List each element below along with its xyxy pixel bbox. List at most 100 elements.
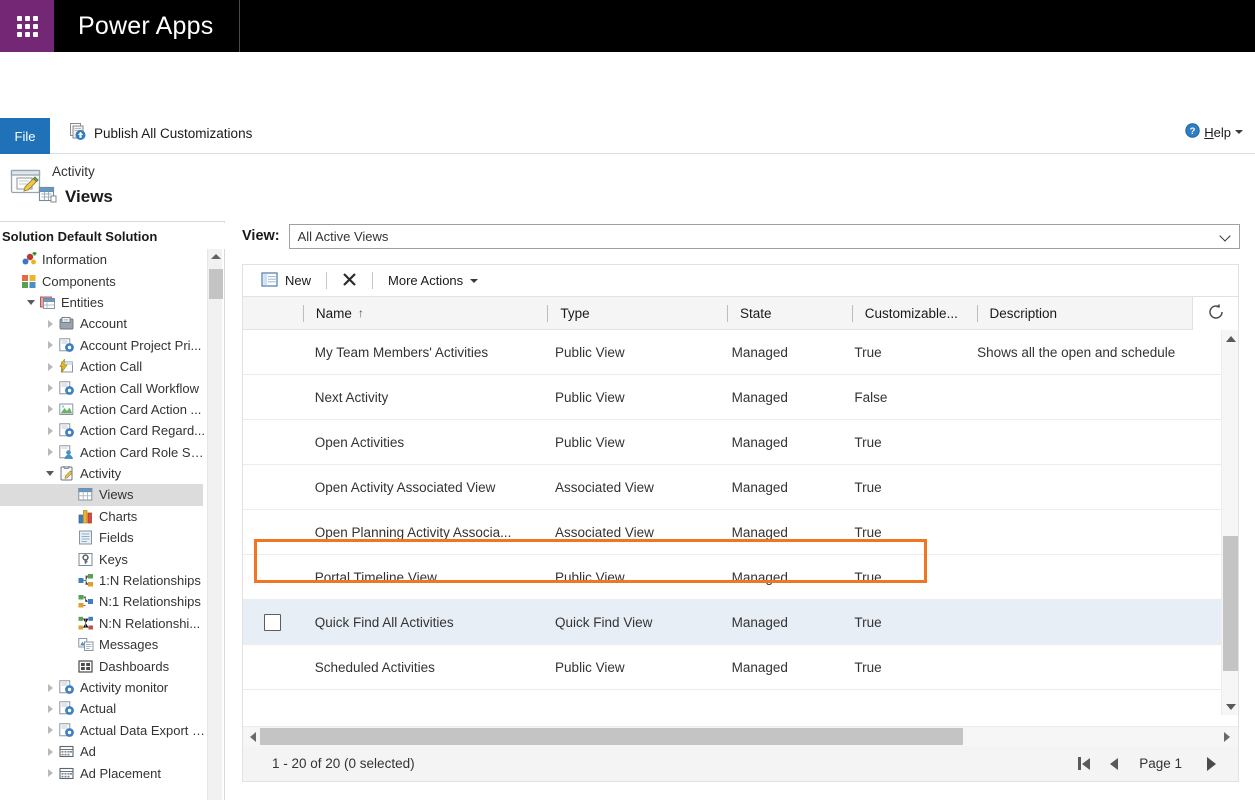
tree-item-label: Information — [42, 252, 107, 267]
refresh-button[interactable] — [1192, 297, 1238, 330]
tree-item-activity-monitor[interactable]: Activity monitor — [0, 677, 207, 698]
grid-vscroll-thumb[interactable] — [1223, 536, 1238, 671]
table-row[interactable]: Open Activity Associated ViewAssociated … — [243, 465, 1221, 510]
table-row[interactable]: Open ActivitiesPublic ViewManagedTrue — [243, 420, 1221, 465]
app-launcher-icon[interactable] — [0, 0, 54, 52]
chevron-right-icon[interactable] — [42, 384, 58, 392]
tree-item-activity[interactable]: Activity — [0, 463, 207, 484]
column-header-state[interactable]: State — [727, 297, 852, 329]
gear-entity-icon — [58, 701, 76, 716]
chevron-right-icon[interactable] — [42, 769, 58, 777]
grid-vertical-scrollbar[interactable] — [1221, 330, 1238, 715]
tree-item-action-call[interactable]: Action Call — [0, 356, 207, 377]
column-header-customizable[interactable]: Customizable... — [852, 297, 977, 329]
chevron-down-icon[interactable] — [23, 300, 39, 305]
view-select-dropdown[interactable]: All Active Views — [289, 224, 1240, 249]
row-checkbox-cell[interactable] — [243, 465, 302, 509]
chevron-right-icon[interactable] — [42, 405, 58, 413]
tree-item-action-card-regard[interactable]: Action Card Regard... — [0, 420, 207, 441]
chevron-right-icon[interactable] — [42, 427, 58, 435]
tree-item-messages[interactable]: Messages — [0, 634, 207, 655]
tree-item-information[interactable]: Information — [0, 249, 207, 270]
chevron-right-icon[interactable] — [42, 448, 58, 456]
tree-item-action-call-workflow[interactable]: Action Call Workflow — [0, 377, 207, 398]
chevron-down-icon[interactable] — [1235, 130, 1243, 134]
row-checkbox-cell[interactable] — [243, 375, 302, 419]
tree-item-views[interactable]: Views — [0, 484, 203, 505]
row-checkbox-cell[interactable] — [243, 555, 302, 599]
tree-item-n-1-relationships[interactable]: N:1 Relationships — [0, 591, 207, 612]
entity-tree[interactable]: Information ComponentsEntitiesAccountAcco… — [0, 249, 207, 800]
tree-item-components[interactable]: Components — [0, 270, 207, 291]
table-row[interactable]: Portal Timeline ViewPublic ViewManagedTr… — [243, 555, 1221, 600]
chevron-right-icon[interactable] — [42, 320, 58, 328]
tree-item-actual[interactable]: Actual — [0, 698, 207, 719]
tree-item-charts[interactable]: Charts — [0, 506, 207, 527]
grid-hscroll-thumb[interactable] — [260, 728, 963, 745]
chevron-right-icon[interactable] — [42, 341, 58, 349]
tree-item-n-n-relationshi[interactable]: N:N Relationshi... — [0, 613, 207, 634]
help-button[interactable]: ? Help — [1185, 123, 1243, 141]
cell-description — [964, 510, 1221, 554]
table-row[interactable]: My Team Members' ActivitiesPublic ViewMa… — [243, 330, 1221, 375]
tree-item-account-project-pri[interactable]: Account Project Pri... — [0, 335, 207, 356]
file-tab[interactable]: File — [0, 118, 50, 154]
table-row[interactable]: Open Planning Activity Associa...Associa… — [243, 510, 1221, 555]
column-header-type[interactable]: Type — [547, 297, 727, 329]
cell-state: Managed — [719, 375, 842, 419]
row-checkbox[interactable] — [264, 614, 281, 631]
select-all-header[interactable] — [243, 297, 303, 329]
chevron-right-icon[interactable] — [42, 726, 58, 734]
chevron-right-icon[interactable] — [42, 705, 58, 713]
scroll-down-icon[interactable] — [1222, 698, 1239, 715]
grid-horizontal-scrollbar[interactable] — [243, 726, 1238, 746]
grid-body[interactable]: My Team Members' ActivitiesPublic ViewMa… — [243, 330, 1221, 715]
tree-item-fields[interactable]: Fields — [0, 527, 207, 548]
chevron-right-icon[interactable] — [42, 363, 58, 371]
cell-customizable: True — [841, 645, 964, 689]
more-actions-button[interactable]: More Actions — [378, 268, 488, 294]
table-row[interactable]: Quick Find All ActivitiesQuick Find View… — [243, 600, 1221, 645]
tree-item-keys[interactable]: Keys — [0, 548, 207, 569]
delete-button[interactable] — [332, 268, 367, 294]
chevron-right-icon[interactable] — [42, 748, 58, 756]
row-checkbox-cell[interactable] — [243, 645, 302, 689]
column-header-name[interactable]: Name↑ — [303, 297, 548, 329]
publish-all-customizations-button[interactable]: Publish All Customizations — [68, 120, 252, 146]
prev-page-icon[interactable] — [1099, 751, 1129, 777]
column-header-label: State — [740, 306, 772, 321]
cell-type: Quick Find View — [542, 600, 719, 644]
cell-customizable: True — [841, 330, 964, 374]
first-page-icon[interactable] — [1069, 751, 1099, 777]
next-page-icon[interactable] — [1196, 751, 1226, 777]
tree-item-action-card-action[interactable]: Action Card Action ... — [0, 399, 207, 420]
scroll-up-icon[interactable] — [1222, 330, 1239, 347]
tree-scroll-up-icon[interactable] — [208, 249, 223, 264]
tree-item-ad-placement[interactable]: Ad Placement — [0, 762, 207, 783]
keys-icon — [77, 552, 95, 567]
column-header-label: Type — [560, 306, 589, 321]
row-checkbox-cell[interactable] — [243, 330, 302, 374]
row-checkbox-cell[interactable] — [243, 420, 302, 464]
chevron-down-icon[interactable] — [42, 471, 58, 476]
tree-scroll-thumb[interactable] — [209, 269, 223, 299]
new-button[interactable]: New — [251, 268, 321, 294]
tree-item-action-card-role-se[interactable]: Action Card Role Se... — [0, 442, 207, 463]
scroll-left-icon[interactable] — [245, 727, 260, 746]
tree-item-ad[interactable]: Ad — [0, 741, 207, 762]
scroll-right-icon[interactable] — [1219, 727, 1234, 746]
tree-scrollbar[interactable] — [207, 249, 222, 800]
tree-item-1-n-relationships[interactable]: 1:N Relationships — [0, 570, 207, 591]
brand-title[interactable]: Power Apps — [54, 0, 240, 52]
row-checkbox-cell[interactable] — [243, 510, 302, 554]
tree-item-label: 1:N Relationships — [99, 573, 201, 588]
tree-item-actual-data-export[interactable]: Actual Data Export (... — [0, 720, 207, 741]
tree-item-dashboards[interactable]: Dashboards — [0, 655, 207, 676]
tree-item-account[interactable]: Account — [0, 313, 207, 334]
tree-item-entities[interactable]: Entities — [0, 292, 207, 313]
chevron-right-icon[interactable] — [42, 684, 58, 692]
column-divider — [852, 305, 853, 322]
table-row[interactable]: Next ActivityPublic ViewManagedFalse — [243, 375, 1221, 420]
table-row[interactable]: Scheduled ActivitiesPublic ViewManagedTr… — [243, 645, 1221, 690]
row-checkbox-cell[interactable] — [243, 600, 302, 644]
